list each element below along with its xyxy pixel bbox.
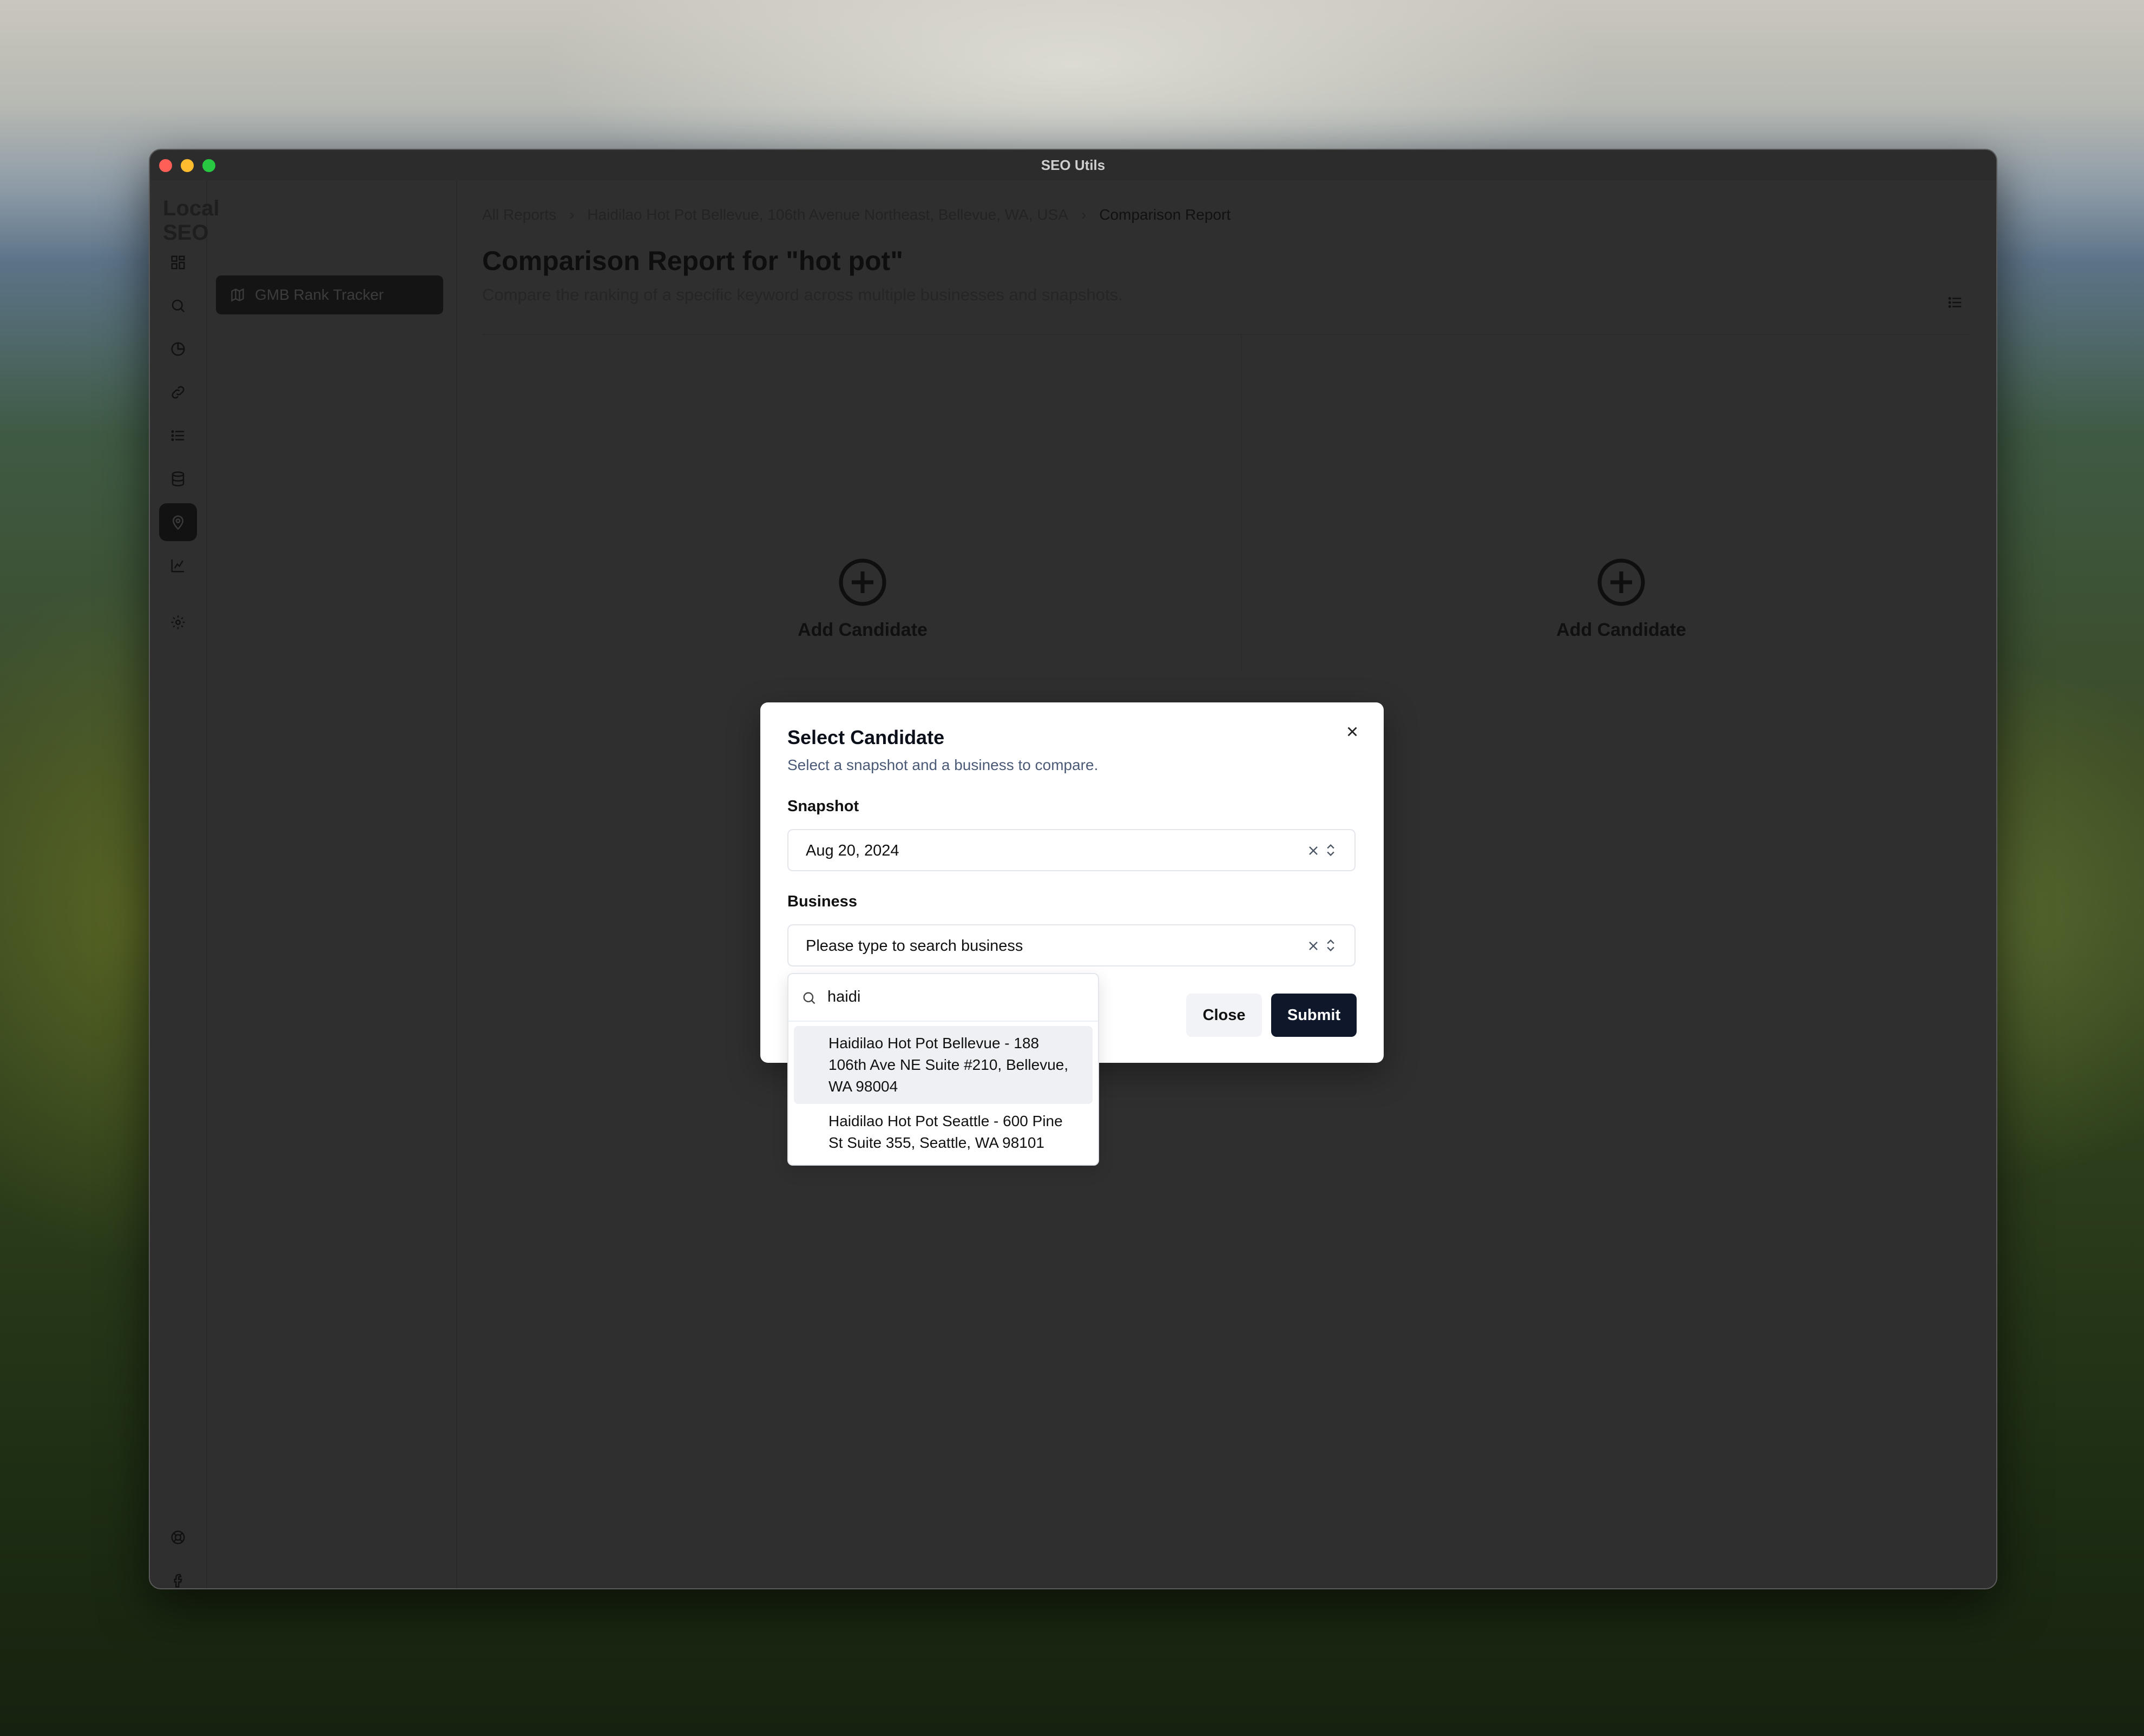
title-bar: SEO Utils bbox=[150, 150, 1996, 181]
business-search-field[interactable]: haidi bbox=[788, 974, 1098, 1022]
chevrons-up-down-icon bbox=[1323, 937, 1338, 956]
map-pin-icon[interactable] bbox=[159, 503, 197, 541]
breadcrumb-all-reports[interactable]: All Reports bbox=[482, 206, 556, 223]
pie-chart-icon[interactable] bbox=[159, 330, 197, 368]
database-icon[interactable] bbox=[159, 460, 197, 498]
clear-icon[interactable] bbox=[1306, 938, 1321, 956]
business-search-input[interactable]: haidi bbox=[827, 988, 860, 1006]
link-icon[interactable] bbox=[159, 373, 197, 411]
map-icon bbox=[231, 288, 244, 302]
dialog-close-button[interactable] bbox=[1341, 721, 1363, 742]
snapshot-label: Snapshot bbox=[787, 798, 859, 815]
close-icon bbox=[1347, 727, 1357, 737]
list-icon bbox=[1948, 297, 1962, 308]
page-title: Comparison Report for "hot pot" bbox=[482, 246, 903, 276]
page-subtitle: Compare the ranking of a specific keywor… bbox=[482, 285, 1123, 304]
add-candidate-button[interactable]: Add Candidate bbox=[1540, 556, 1702, 641]
add-candidate-label: Add Candidate bbox=[1556, 620, 1686, 640]
chevron-right-icon: › bbox=[569, 206, 575, 223]
add-candidate-button[interactable]: Add Candidate bbox=[781, 556, 944, 641]
subnav-item-gmb-rank-tracker[interactable]: GMB Rank Tracker bbox=[216, 275, 443, 314]
facebook-icon[interactable] bbox=[159, 1562, 197, 1588]
subnav-item-label: GMB Rank Tracker bbox=[255, 286, 384, 303]
chart-icon[interactable] bbox=[159, 547, 197, 584]
business-option-line: Haidilao Hot Pot Bellevue - 188 bbox=[828, 1035, 1040, 1051]
window-title: SEO Utils bbox=[1041, 157, 1106, 173]
search-icon bbox=[803, 992, 815, 1004]
lifebuoy-icon[interactable] bbox=[159, 1518, 197, 1556]
snapshot-select[interactable]: Aug 20, 2024 bbox=[787, 829, 1356, 871]
business-option[interactable]: Haidilao Hot Pot Seattle - 600 Pine St S… bbox=[794, 1104, 1093, 1160]
table-of-contents-button[interactable] bbox=[1940, 287, 1970, 318]
business-search-dropdown: haidi Haidilao Hot Pot Bellevue - 188 10… bbox=[787, 973, 1099, 1166]
candidate-divider bbox=[1241, 335, 1242, 670]
search-icon[interactable] bbox=[159, 287, 197, 325]
breadcrumb-business[interactable]: Haidilao Hot Pot Bellevue, 106th Avenue … bbox=[587, 206, 1068, 223]
business-option-line: Haidilao Hot Pot Seattle - 600 Pine bbox=[828, 1113, 1063, 1129]
plus-circle-icon bbox=[1597, 558, 1645, 606]
business-option-line: 106th Ave NE Suite #210, Bellevue, bbox=[828, 1056, 1069, 1073]
snapshot-value: Aug 20, 2024 bbox=[806, 842, 899, 859]
business-option-line: WA 98004 bbox=[828, 1078, 898, 1095]
chevron-right-icon: › bbox=[1081, 206, 1087, 223]
breadcrumb: All Reports › Haidilao Hot Pot Bellevue,… bbox=[482, 206, 1231, 223]
breadcrumb-current: Comparison Report bbox=[1099, 206, 1231, 223]
plus-circle-icon bbox=[839, 558, 886, 606]
dialog-title: Select Candidate bbox=[787, 726, 945, 748]
list-icon[interactable] bbox=[159, 417, 197, 455]
add-candidate-label: Add Candidate bbox=[798, 620, 928, 640]
close-button[interactable]: Close bbox=[1186, 994, 1262, 1037]
sub-navigation: GMB Rank Tracker bbox=[206, 180, 457, 1588]
clear-icon[interactable] bbox=[1306, 843, 1321, 861]
submit-button[interactable]: Submit bbox=[1271, 994, 1357, 1037]
dialog-subtitle: Select a snapshot and a business to comp… bbox=[787, 757, 1099, 773]
business-label: Business bbox=[787, 893, 857, 910]
business-option-line: St Suite 355, Seattle, WA 98101 bbox=[828, 1134, 1044, 1151]
icon-rail: Local SEO bbox=[150, 180, 219, 1588]
gear-icon[interactable] bbox=[159, 603, 197, 641]
dashboard-icon[interactable] bbox=[159, 244, 197, 281]
business-select[interactable]: Please type to search business bbox=[787, 924, 1356, 966]
business-option[interactable]: Haidilao Hot Pot Bellevue - 188 106th Av… bbox=[794, 1026, 1093, 1104]
chevrons-up-down-icon bbox=[1323, 842, 1338, 861]
business-placeholder: Please type to search business bbox=[806, 937, 1023, 955]
